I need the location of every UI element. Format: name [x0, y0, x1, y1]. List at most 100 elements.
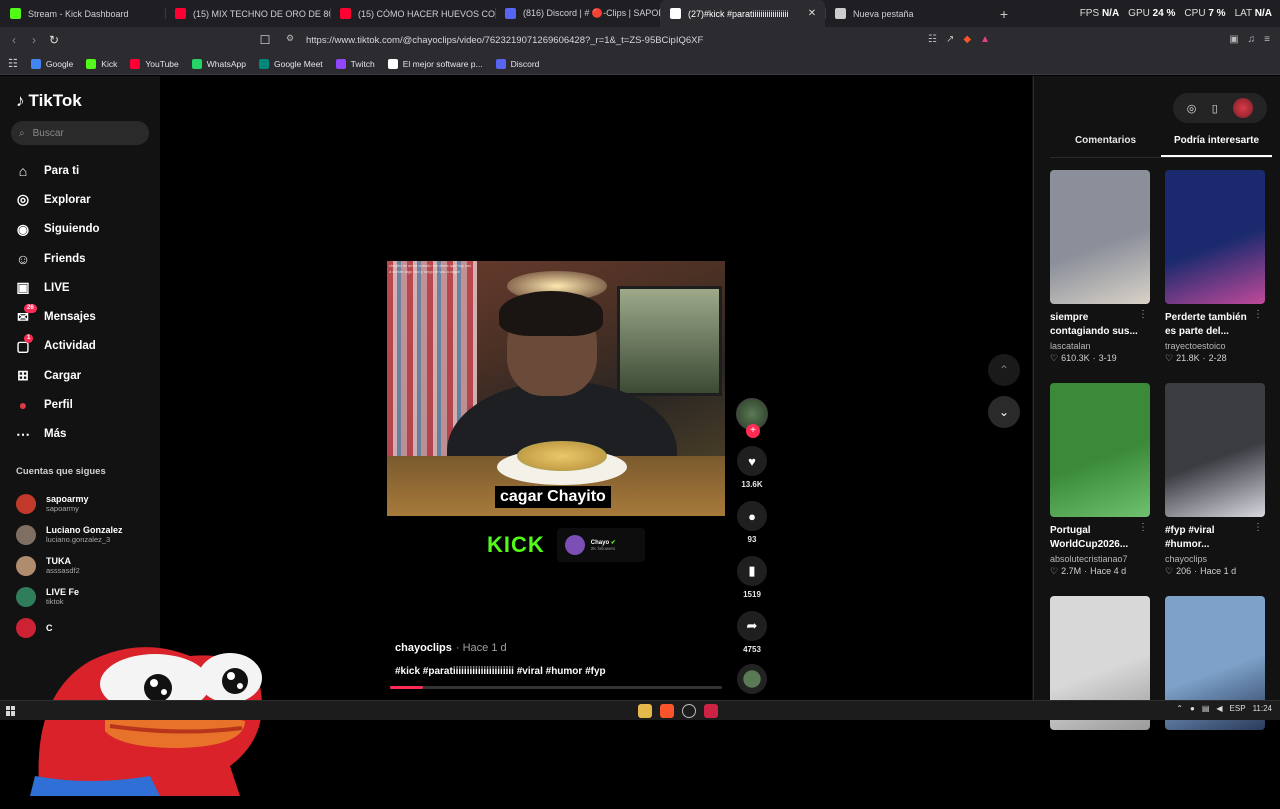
card-separator: · — [1194, 566, 1198, 576]
back-icon[interactable]: ‹ — [4, 30, 24, 50]
more-options-icon[interactable]: ⋮ — [1138, 309, 1148, 320]
video-thumbnail[interactable] — [1165, 383, 1265, 517]
language-indicator[interactable]: ESP — [1230, 704, 1246, 713]
browser-tab[interactable]: (816) Discord | # 🔴-Clips | SAPOLIOS — [495, 0, 660, 27]
sidebar-item[interactable]: ▣ LIVE — [14, 273, 100, 302]
browser-tab[interactable]: Nueva pestaña — [825, 0, 990, 27]
more-options-icon[interactable]: ⋮ — [1253, 309, 1263, 320]
site-info-icon[interactable]: ⚙ — [286, 33, 294, 44]
sidebar-item-label: Actividad — [44, 340, 96, 353]
following-item[interactable]: LIVE Fe tiktok — [16, 581, 123, 612]
windows-start-icon[interactable] — [6, 705, 16, 716]
recommended-card[interactable]: Portugal WorldCup2026... ⋮ absolutecristia… — [1050, 383, 1150, 596]
sidebar-item[interactable]: ⊞ Cargar — [14, 361, 100, 390]
bookmark-icon[interactable]: ☐ — [255, 30, 275, 50]
recommended-card[interactable]: Perderte también es parte del... ⋮ trayect… — [1165, 170, 1265, 383]
kick-avatar — [564, 535, 585, 555]
video-thumbnail[interactable] — [1165, 170, 1265, 304]
menu-icon[interactable]: ≡ — [1264, 34, 1270, 45]
recommended-card[interactable]: #fyp #viral #humor... ⋮ chayoclips ♡ 206 · Hac… — [1165, 383, 1265, 596]
bookmark-item[interactable]: El mejor software p... — [387, 58, 483, 69]
brave-shields-icon[interactable]: ◆ — [963, 34, 971, 45]
brave-browser-icon[interactable] — [660, 704, 674, 718]
bookmarks-bar: ☷ Google Kick YouTube WhatsApp Google Meet Tw… — [0, 53, 1280, 75]
tiktok-logo[interactable]: ♪ TikTok — [16, 91, 82, 111]
shares-count: 4753 — [743, 645, 761, 654]
following-username: luciano.gonzalez_3 — [46, 535, 111, 544]
apps-grid-icon[interactable]: ☷ — [8, 57, 18, 70]
video-thumbnail[interactable] — [1050, 383, 1150, 517]
more-options-icon[interactable]: ⋮ — [1253, 522, 1263, 533]
bookmark-item[interactable]: Discord — [495, 58, 539, 69]
device-icon[interactable]: ▯ — [1212, 102, 1218, 115]
video-thumbnail[interactable] — [1050, 170, 1150, 304]
sidebar: ♪ TikTok ⌕ Buscar ⌂ Para ti ◎ Explorar ◉ Sigu… — [0, 76, 160, 700]
app-circle-icon[interactable] — [682, 704, 696, 718]
profile-avatar[interactable] — [1233, 98, 1254, 118]
browser-tab[interactable]: (15) CÓMO HACER HUEVOS COCIDO — [330, 0, 495, 27]
bookmark-item[interactable]: Google Meet — [258, 58, 323, 69]
sidebar-item[interactable]: ▢ Actividad 1 — [14, 332, 100, 361]
browser-tab[interactable]: (27)#kick #paratiiiiiiiiiiiiiiiiii ✕ — [660, 0, 825, 27]
more-options-icon[interactable]: ⋮ — [1138, 522, 1148, 533]
rewards-icon[interactable]: ▲ — [980, 34, 990, 45]
close-icon[interactable]: ✕ — [805, 8, 819, 19]
translate-icon[interactable]: ☷ — [928, 34, 937, 45]
share-arrow-icon[interactable]: ➦ — [737, 611, 767, 641]
bookmark-favicon-icon — [86, 58, 97, 69]
sidebar-item[interactable]: ⌂ Para ti — [14, 156, 100, 185]
wallet-icon[interactable]: ▣ — [1229, 34, 1238, 45]
network-icon[interactable]: ▤ — [1202, 704, 1210, 713]
creator-avatar[interactable]: + — [736, 398, 768, 438]
clock[interactable]: 11:24 — [1253, 704, 1272, 713]
bookmark-item[interactable]: WhatsApp — [191, 58, 246, 69]
bookmark-save-icon[interactable]: ▮ — [737, 556, 767, 586]
browser-tab[interactable]: (15) MIX TECHNO DE ORO DE 80's & — [165, 0, 330, 27]
video-author[interactable]: chayoclips — [395, 642, 452, 654]
sidebar-item[interactable]: ⋯ Más — [14, 420, 100, 449]
video-hashtags[interactable]: #kick #paratiiiiiiiiiiiiiiiiiiiiii #vira… — [395, 666, 606, 677]
media-icon[interactable]: ♫ — [1248, 34, 1256, 45]
bookmark-item[interactable]: Twitch — [335, 58, 375, 69]
app-v-icon[interactable] — [704, 704, 718, 718]
volume-icon[interactable]: ◀ — [1216, 704, 1222, 713]
file-explorer-icon[interactable] — [638, 704, 652, 718]
sound-disc[interactable] — [737, 664, 767, 694]
bookmark-item[interactable]: Google — [30, 58, 73, 69]
bookmark-item[interactable]: Kick — [86, 58, 117, 69]
sidebar-item[interactable]: ✉ Mensajes 26 — [14, 302, 100, 331]
browser-toolbar: ‹ › ↻ ☐ ⚙ https://www.tiktok.com/@chayoc… — [0, 27, 1280, 53]
bookmark-item[interactable]: YouTube — [130, 58, 179, 69]
follow-plus-icon[interactable]: + — [746, 424, 760, 438]
chevron-up-icon[interactable]: ⌃ — [988, 354, 1020, 386]
address-bar[interactable]: ⚙ https://www.tiktok.com/@chayoclips/vid… — [280, 30, 1000, 50]
browser-tab[interactable]: Stream - Kick Dashboard — [0, 0, 165, 27]
new-tab-icon[interactable]: + — [990, 6, 1018, 22]
bookmark-label: El mejor software p... — [402, 58, 483, 69]
bookmark-label: Twitch — [350, 58, 375, 69]
forward-icon[interactable]: › — [24, 30, 44, 50]
comment-icon[interactable]: ● — [737, 501, 767, 531]
share-icon[interactable]: ↗ — [946, 34, 954, 45]
sidebar-item[interactable]: ☺ Friends — [14, 244, 100, 273]
explore-icon[interactable]: ◎ — [1187, 102, 1197, 115]
following-item[interactable]: TUKA asssasdf2 — [16, 550, 123, 581]
following-item[interactable]: Luciano Gonzalez luciano.gonzalez_3 — [16, 519, 123, 550]
video-progress-bar[interactable] — [390, 686, 722, 689]
mic-icon[interactable]: ● — [1190, 704, 1195, 713]
right-tab[interactable]: Podría interesarte — [1161, 132, 1272, 157]
sidebar-item[interactable]: ◎ Explorar — [14, 185, 100, 214]
following-item[interactable]: sapoarmy sapoarmy — [16, 488, 123, 519]
right-tab[interactable]: Comentarios — [1050, 132, 1161, 157]
card-date: Hace 1 d — [1200, 566, 1237, 576]
reload-icon[interactable]: ↻ — [44, 30, 64, 50]
bookmark-favicon-icon — [387, 58, 398, 69]
tray-chevron-icon[interactable]: ⌃ — [1176, 704, 1183, 713]
recommended-card[interactable]: siempre contagiando sus... ⋮ lascatalan ♡ 61… — [1050, 170, 1150, 383]
heart-icon[interactable]: ♥ — [737, 446, 767, 476]
sidebar-item[interactable]: ◉ Siguiendo — [14, 215, 100, 244]
video-player[interactable]: chayito mi amor cuando me dices que hoy … — [387, 261, 725, 516]
chevron-down-icon[interactable]: ⌄ — [988, 396, 1020, 428]
search-input[interactable]: ⌕ Buscar — [11, 121, 149, 145]
sidebar-item[interactable]: ● Perfil — [14, 390, 100, 419]
